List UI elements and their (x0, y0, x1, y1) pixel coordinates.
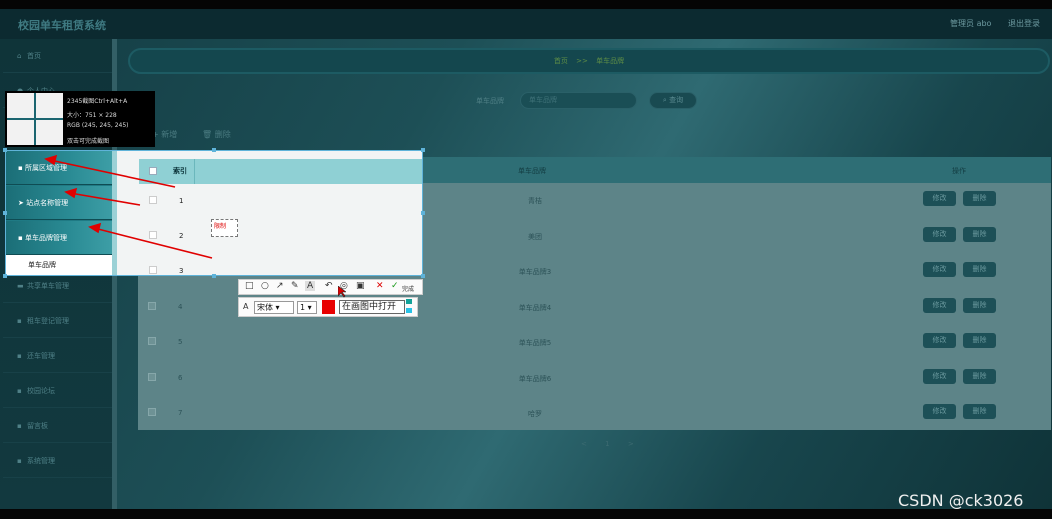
annotation-arrow (49, 159, 176, 188)
arrow-icon[interactable]: ↗ (276, 281, 284, 291)
color-chip[interactable] (406, 308, 412, 313)
save-icon[interactable]: ▣ (356, 281, 365, 291)
font-size-select[interactable]: 1 ▾ (297, 301, 317, 314)
screen: 校园单车租赁系统 管理员 abo 退出登录 ⌂首页 ●个人中心 ▬共享单车管理 … (0, 0, 1052, 519)
cancel-icon[interactable]: ✕ (376, 281, 384, 291)
capture-toolbar: □ ○ ↗ ✎ A ↶ ◎ ▣ ✕ ✓ 完成 (238, 279, 423, 295)
confirm-icon[interactable]: ✓ (391, 281, 399, 291)
arrow-head (44, 154, 58, 166)
done-button[interactable]: 完成 (402, 284, 414, 293)
arrow-head (64, 187, 78, 199)
open-in-paint-tooltip: 在画图中打开 (339, 300, 405, 314)
color-chip[interactable] (406, 299, 412, 304)
font-icon: A (243, 302, 249, 311)
ellipse-icon[interactable]: ○ (261, 281, 269, 291)
pen-icon[interactable]: ✎ (291, 281, 299, 291)
font-select[interactable]: 宋体 ▾ (254, 301, 294, 314)
annotation-arrow (93, 227, 213, 259)
annotation-arrow (69, 192, 141, 206)
annotation-arrows (44, 154, 213, 259)
undo-icon[interactable]: ↶ (325, 281, 333, 291)
arrow-head (88, 222, 102, 234)
watermark: CSDN @ck3026 (898, 491, 1024, 510)
text-icon[interactable]: A (305, 281, 316, 291)
color-swatch[interactable] (322, 300, 335, 314)
cursor-icon (338, 286, 346, 298)
rect-icon[interactable]: □ (245, 281, 254, 291)
